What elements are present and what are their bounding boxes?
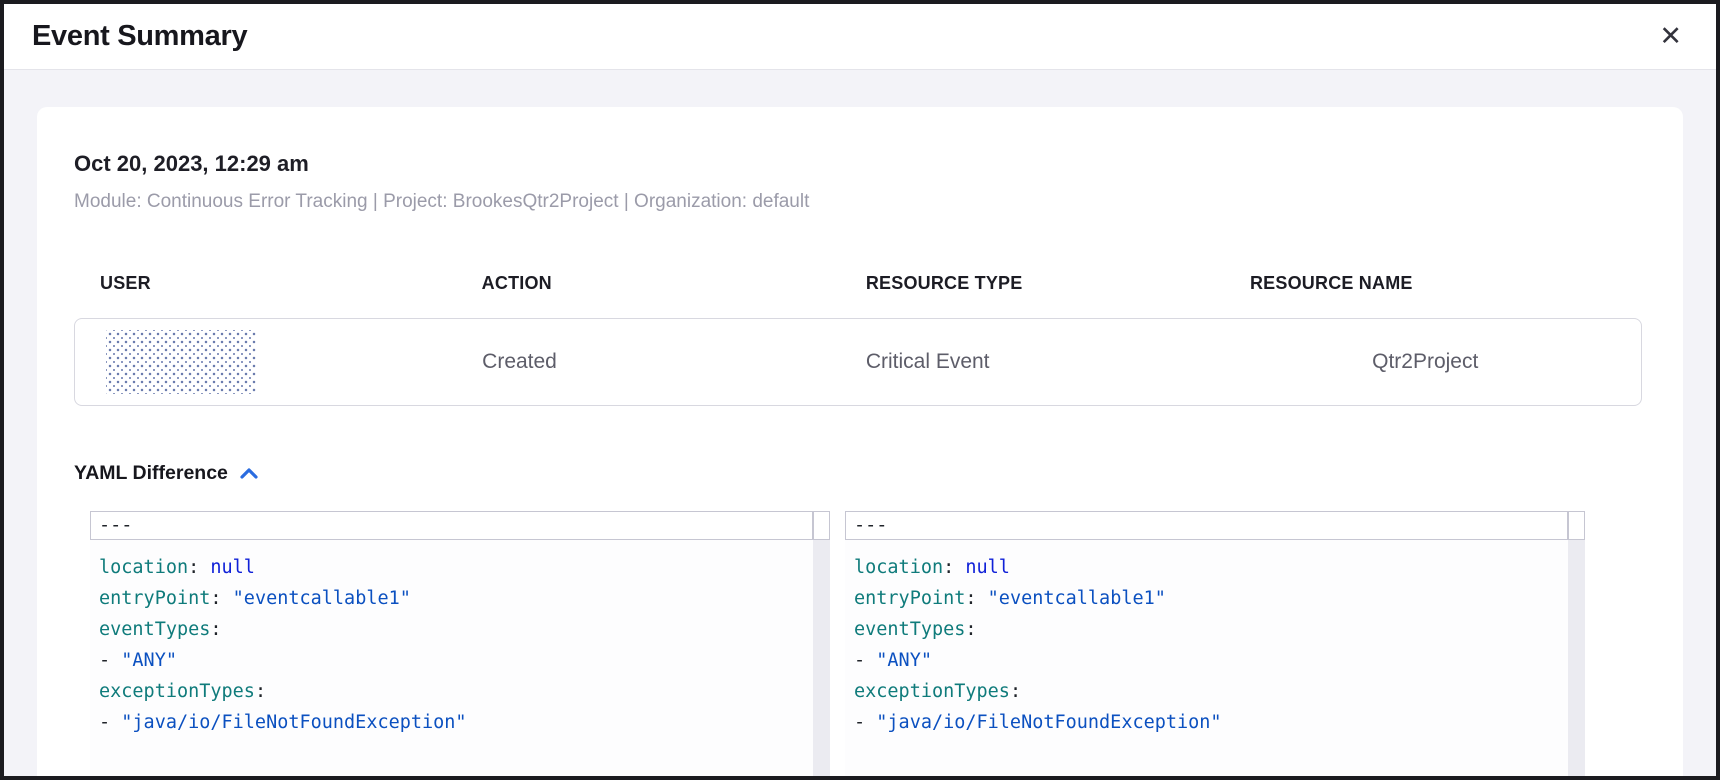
yaml-code-lines: location: nullentryPoint: "eventcallable…	[90, 540, 830, 738]
event-card: Oct 20, 2023, 12:29 am Module: Continuou…	[37, 107, 1683, 776]
table-header-row: USER ACTION RESOURCE TYPE RESOURCE NAME	[74, 273, 1642, 294]
user-cell	[75, 330, 482, 394]
event-meta: Module: Continuous Error Tracking | Proj…	[74, 191, 1646, 213]
page-title: Event Summary	[32, 20, 247, 53]
yaml-code-line: entryPoint: "eventcallable1"	[99, 583, 813, 614]
close-icon: ✕	[1659, 21, 1682, 52]
yaml-code-line: exceptionTypes:	[854, 676, 1568, 707]
column-header-user: USER	[74, 273, 482, 294]
modal-header: Event Summary ✕	[4, 4, 1716, 70]
yaml-first-line: ---	[90, 511, 813, 540]
close-button[interactable]: ✕	[1653, 19, 1688, 54]
yaml-diff-pane-right[interactable]: --- location: nullentryPoint: "eventcall…	[845, 511, 1585, 776]
yaml-code-line: location: null	[854, 552, 1568, 583]
column-header-action: ACTION	[482, 273, 866, 294]
resource-name-cell: Qtr2Project	[1249, 350, 1641, 374]
yaml-code-line: eventTypes:	[99, 614, 813, 645]
redacted-user-avatar	[106, 330, 256, 394]
audit-table: USER ACTION RESOURCE TYPE RESOURCE NAME …	[74, 273, 1642, 406]
yaml-code-line: - "java/io/FileNotFoundException"	[854, 707, 1568, 738]
yaml-difference-label: YAML Difference	[74, 462, 228, 485]
yaml-code-line: location: null	[99, 552, 813, 583]
scrollbar-thumb[interactable]	[1568, 511, 1585, 540]
column-header-resource-name: RESOURCE NAME	[1250, 273, 1642, 294]
event-summary-modal: Event Summary ✕ Oct 20, 2023, 12:29 am M…	[0, 0, 1720, 780]
chevron-up-icon	[240, 468, 258, 479]
yaml-diff-panes: --- location: nullentryPoint: "eventcall…	[90, 511, 1646, 776]
yaml-code-line: - "ANY"	[854, 645, 1568, 676]
yaml-code-line: exceptionTypes:	[99, 676, 813, 707]
table-row: Created Critical Event Qtr2Project	[74, 318, 1642, 406]
yaml-code-lines: location: nullentryPoint: "eventcallable…	[845, 540, 1585, 738]
scrollbar-track[interactable]	[813, 511, 830, 776]
event-timestamp: Oct 20, 2023, 12:29 am	[74, 151, 1646, 177]
yaml-code-line: - "java/io/FileNotFoundException"	[99, 707, 813, 738]
yaml-code-line: eventTypes:	[854, 614, 1568, 645]
resource-type-cell: Critical Event	[866, 350, 1250, 374]
scrollbar-track[interactable]	[1568, 511, 1585, 776]
yaml-code-line: entryPoint: "eventcallable1"	[854, 583, 1568, 614]
yaml-first-line: ---	[845, 511, 1568, 540]
yaml-diff-pane-left[interactable]: --- location: nullentryPoint: "eventcall…	[90, 511, 830, 776]
scrollbar-thumb[interactable]	[813, 511, 830, 540]
action-cell: Created	[482, 350, 866, 374]
yaml-difference-toggle[interactable]: YAML Difference	[74, 462, 258, 485]
column-header-resource-type: RESOURCE TYPE	[866, 273, 1250, 294]
yaml-code-line: - "ANY"	[99, 645, 813, 676]
modal-body: Oct 20, 2023, 12:29 am Module: Continuou…	[4, 70, 1716, 776]
